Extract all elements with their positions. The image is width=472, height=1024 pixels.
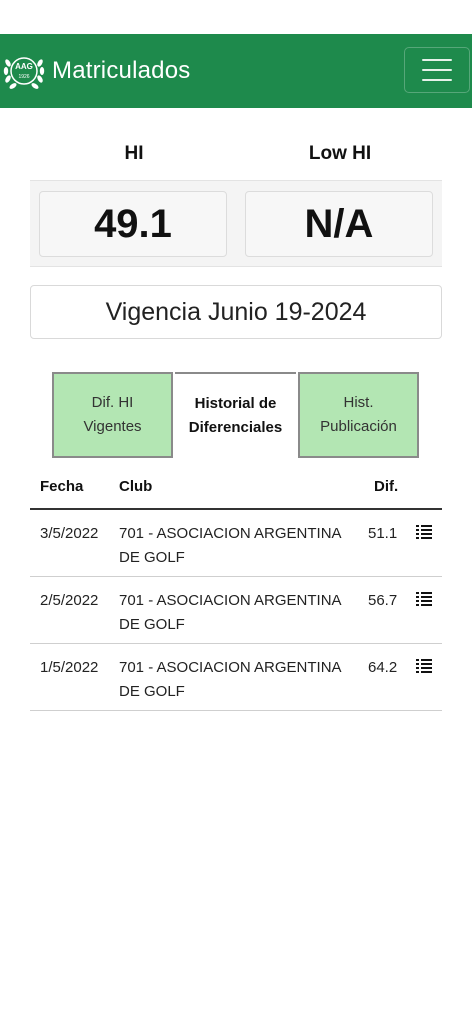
row-dif: 64.2 <box>368 659 398 676</box>
row-club: 701 - ASOCIACION ARGENTINA DE GOLF <box>119 592 341 633</box>
hamburger-icon <box>422 59 452 61</box>
logo-text-top: AAG <box>15 62 33 71</box>
vigencia-box: Vigencia Junio 19-2024 <box>30 285 442 339</box>
diferenciales-table: Fecha Club Dif. 3/5/2022 701 - ASOCIACIO… <box>30 470 442 711</box>
row-fecha: 1/5/2022 <box>40 659 99 676</box>
header-club: Club <box>119 478 153 495</box>
brand-title[interactable]: Matriculados <box>52 57 190 85</box>
list-icon[interactable] <box>416 658 432 674</box>
row-fecha: 2/5/2022 <box>40 592 99 609</box>
row-club: 701 - ASOCIACION ARGENTINA DE GOLF <box>119 659 341 700</box>
row-dif: 51.1 <box>368 525 398 542</box>
tab-label: Hist. <box>343 394 374 411</box>
row-fecha: 3/5/2022 <box>40 525 99 542</box>
aag-logo[interactable]: AAG 1926 <box>2 49 46 93</box>
handicap-panel: 49.1 N/A <box>30 180 442 267</box>
tab-label: Historial de <box>194 395 277 412</box>
table-row: 2/5/2022 701 - ASOCIACION ARGENTINA DE G… <box>30 577 442 644</box>
list-icon[interactable] <box>416 591 432 607</box>
tab-label: Vigentes <box>83 418 142 435</box>
table-row: 3/5/2022 701 - ASOCIACION ARGENTINA DE G… <box>30 510 442 577</box>
tab-label: Diferenciales <box>188 419 283 436</box>
hi-value: 49.1 <box>39 191 227 257</box>
tab-label: Dif. HI <box>91 394 134 411</box>
tab-bar: Dif. HI Vigentes Historial de Diferenciale… <box>52 372 420 458</box>
tab-dif-hi-vigentes[interactable]: Dif. HI Vigentes <box>52 372 173 458</box>
list-icon[interactable] <box>416 524 432 540</box>
tab-label: Publicación <box>320 418 397 435</box>
tab-historial-diferenciales[interactable]: Historial de Diferenciales <box>175 372 296 458</box>
row-club: 701 - ASOCIACION ARGENTINA DE GOLF <box>119 525 341 566</box>
menu-toggle-button[interactable] <box>404 47 470 93</box>
logo-text-bottom: 1926 <box>18 74 30 80</box>
low-hi-label: Low HI <box>308 143 372 164</box>
hi-label: HI <box>124 143 144 164</box>
navbar: AAG 1926 Matriculados <box>0 34 472 108</box>
hamburger-icon-bar <box>422 69 452 71</box>
header-dif: Dif. <box>374 478 399 495</box>
handicap-headers: HI Low HI <box>30 143 442 165</box>
low-hi-value: N/A <box>245 191 433 257</box>
laurel-logo-icon <box>3 57 45 89</box>
hamburger-icon-bar <box>422 79 452 81</box>
tab-hist-publicacion[interactable]: Hist. Publicación <box>298 372 419 458</box>
header-fecha: Fecha <box>40 478 84 495</box>
table-row: 1/5/2022 701 - ASOCIACION ARGENTINA DE G… <box>30 644 442 711</box>
table-header: Fecha Club Dif. <box>30 470 442 510</box>
row-dif: 56.7 <box>368 592 398 609</box>
